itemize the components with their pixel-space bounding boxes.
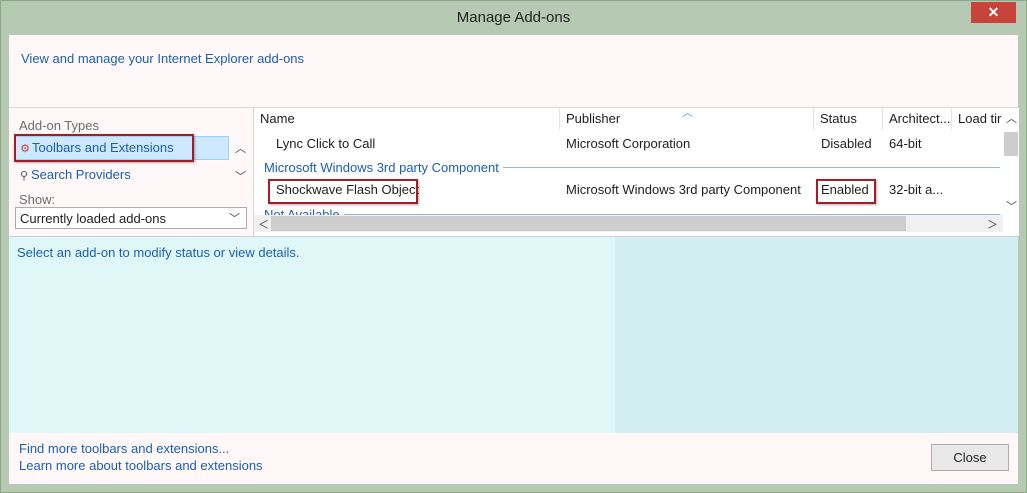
window-title: Manage Add-ons — [456, 9, 571, 26]
addon-type-search-providers[interactable]: ⚲ Search Providers — [15, 164, 227, 186]
group-header: Microsoft Windows 3rd party Component — [264, 160, 503, 176]
show-dropdown-value: Currently loaded add-ons — [20, 211, 166, 226]
addon-type-label: Search Providers — [31, 167, 131, 182]
column-header-load-time[interactable]: Load tir — [952, 108, 1004, 130]
header-description: View and manage your Internet Explorer a… — [21, 51, 305, 66]
sort-indicator-icon: ︿ — [682, 108, 693, 119]
details-message: Select an add-on to modify status or vie… — [17, 245, 300, 260]
chevron-down-icon: ﹀ — [229, 213, 240, 225]
learn-more-link[interactable]: Learn more about toolbars and extensions — [19, 458, 263, 473]
find-more-link[interactable]: Find more toolbars and extensions... — [19, 441, 229, 456]
highlight-box — [268, 179, 418, 204]
close-button[interactable]: Close — [931, 444, 1009, 471]
details-pane: Select an add-on to modify status or vie… — [9, 236, 1018, 434]
addon-architecture: 64-bit — [889, 136, 922, 151]
addons-list: Name Publisher Status Architect... Load … — [253, 108, 1019, 236]
scroll-right-icon[interactable]: ＞ — [987, 216, 998, 232]
scroll-left-icon[interactable]: ＜ — [258, 216, 269, 232]
column-header-name[interactable]: Name — [254, 108, 560, 130]
addon-publisher: Microsoft Windows 3rd party Component — [566, 182, 801, 197]
scroll-down-icon[interactable]: ﹀ — [1006, 198, 1017, 214]
addon-name: Lync Click to Call — [276, 136, 376, 151]
addons-list-vertical-scrollbar[interactable]: ︿ ﹀ — [1003, 108, 1019, 214]
title-bar[interactable]: Manage Add-ons ✕ — [1, 1, 1026, 35]
scrollbar-thumb[interactable] — [271, 216, 906, 231]
addon-types-label: Add-on Types — [19, 118, 99, 133]
addon-types-scrollbar[interactable]: ︿ ﹀ — [232, 136, 248, 186]
search-icon: ⚲ — [19, 170, 29, 182]
column-header-status[interactable]: Status — [814, 108, 883, 130]
addon-status: Disabled — [821, 136, 872, 151]
highlight-box — [14, 134, 194, 162]
addon-publisher: Microsoft Corporation — [566, 136, 691, 151]
dialog-client: View and manage your Internet Explorer a… — [9, 35, 1019, 484]
show-label: Show: — [19, 192, 56, 207]
table-row[interactable]: Lync Click to Call Microsoft Corporation… — [254, 133, 1004, 155]
manage-addons-window: Manage Add-ons ✕ View and manage your In… — [0, 0, 1027, 493]
header-area: View and manage your Internet Explorer a… — [9, 35, 1018, 108]
scroll-up-icon[interactable]: ︿ — [1006, 110, 1017, 126]
details-right — [615, 237, 1018, 434]
highlight-box — [816, 179, 876, 204]
scroll-down-icon[interactable]: ﹀ — [235, 168, 246, 184]
scrollbar-thumb[interactable] — [1004, 132, 1018, 156]
scroll-up-icon[interactable]: ︿ — [235, 140, 246, 156]
footer: Find more toolbars and extensions... Lea… — [9, 433, 1018, 484]
addons-list-horizontal-scrollbar[interactable]: ＜ ＞ — [254, 215, 1003, 232]
window-close-button[interactable]: ✕ — [971, 2, 1016, 23]
show-dropdown[interactable]: Currently loaded add-ons ﹀ — [15, 207, 247, 229]
addon-architecture: 32-bit a... — [889, 182, 944, 197]
column-header-architecture[interactable]: Architect... — [883, 108, 952, 130]
details-left: Select an add-on to modify status or vie… — [9, 237, 615, 434]
